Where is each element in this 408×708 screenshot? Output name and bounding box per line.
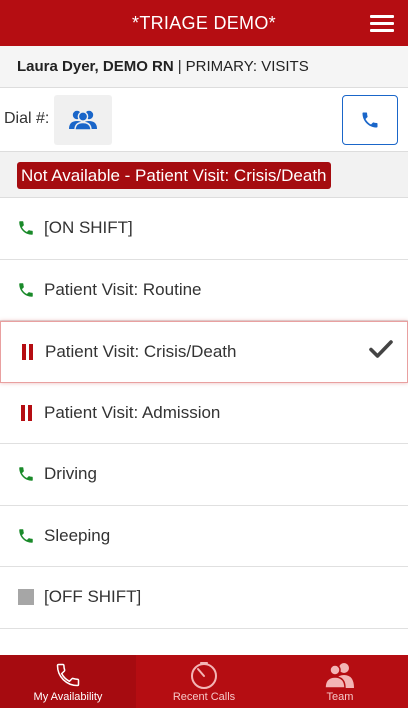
list-item-label: Driving (44, 464, 97, 484)
checkmark-icon (369, 339, 393, 364)
list-item-label: Patient Visit: Crisis/Death (45, 341, 237, 361)
user-role: PRIMARY: VISITS (185, 58, 309, 75)
phone-icon (362, 112, 378, 128)
tab-recent-calls[interactable]: Recent Calls (136, 655, 272, 708)
list-item[interactable]: Patient Visit: Admission (0, 382, 408, 444)
dial-team-button[interactable] (54, 95, 112, 145)
list-item-label: [OFF SHIFT] (44, 587, 142, 607)
call-button[interactable] (342, 95, 398, 145)
phone-icon (17, 219, 35, 237)
phone-icon (17, 465, 35, 483)
availability-list: [ON SHIFT] Patient Visit: Routine Patien… (0, 198, 408, 629)
tab-team[interactable]: Team (272, 655, 408, 708)
phone-icon (17, 527, 35, 545)
dial-label: Dial #: (4, 110, 50, 127)
team-icon (324, 659, 356, 691)
timer-icon (189, 659, 219, 691)
list-item[interactable]: Sleeping (0, 505, 408, 567)
list-item-label: Sleeping (44, 525, 111, 545)
user-name: Laura Dyer, DEMO RN (17, 58, 174, 75)
tab-label: Recent Calls (172, 691, 236, 703)
status-badge: Not Available - Patient Visit: Crisis/De… (17, 162, 331, 189)
user-separator: | (177, 58, 182, 75)
dial-row: Dial #: (0, 88, 408, 152)
list-item-label: Patient Visit: Admission (44, 402, 221, 422)
status-bar: Not Available - Patient Visit: Crisis/De… (0, 152, 408, 198)
phone-icon (17, 281, 35, 299)
hamburger-menu-icon[interactable] (370, 13, 394, 33)
list-item[interactable]: Driving (0, 444, 408, 506)
team-icon (69, 110, 97, 131)
list-item[interactable]: [ON SHIFT] (0, 198, 408, 260)
tab-label: Team (326, 691, 354, 703)
bottom-tab-bar: My Availability Recent Calls Team (0, 655, 408, 708)
list-item-selected[interactable]: Patient Visit: Crisis/Death (0, 321, 408, 383)
user-bar: Laura Dyer, DEMO RN | PRIMARY: VISITS (0, 46, 408, 88)
list-item-label: [ON SHIFT] (44, 218, 133, 238)
list-item-label: Patient Visit: Routine (44, 279, 202, 299)
app-title: *TRIAGE DEMO* (132, 12, 276, 33)
tab-label: My Availability (33, 691, 103, 703)
list-item[interactable]: [OFF SHIFT] (0, 567, 408, 629)
app-header: *TRIAGE DEMO* (0, 0, 408, 46)
tab-my-availability[interactable]: My Availability (0, 655, 136, 708)
pause-icon (17, 404, 35, 422)
stop-icon (17, 588, 35, 606)
list-item[interactable]: Patient Visit: Routine (0, 259, 408, 321)
phone-outline-icon (54, 659, 82, 691)
pause-icon (18, 343, 36, 361)
